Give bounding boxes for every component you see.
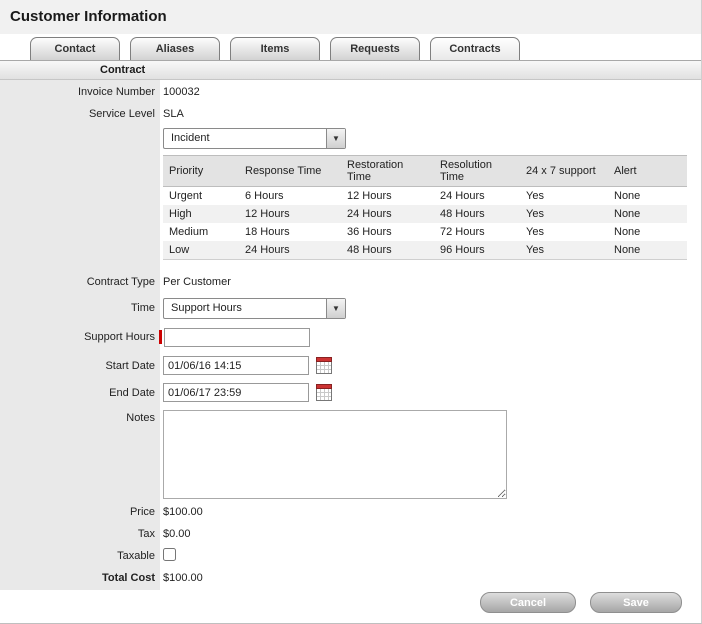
table-row: Medium 18 Hours 36 Hours 72 Hours Yes No… — [163, 223, 687, 241]
service-level-value: SLA — [163, 108, 184, 120]
dropdown-arrow-icon: ▼ — [326, 129, 345, 148]
section-title: Contract — [100, 64, 145, 76]
tab-items[interactable]: Items — [230, 37, 320, 60]
table-cell: Low — [163, 241, 239, 260]
calendar-icon-grid — [316, 389, 332, 401]
total-cost-value: $100.00 — [163, 572, 203, 584]
table-cell: 48 Hours — [434, 205, 520, 223]
table-cell: None — [608, 205, 687, 223]
tab-aliases[interactable]: Aliases — [130, 37, 220, 60]
table-row: Urgent 6 Hours 12 Hours 24 Hours Yes Non… — [163, 187, 687, 206]
table-row: High 12 Hours 24 Hours 48 Hours Yes None — [163, 205, 687, 223]
invoice-number-label: Invoice Number — [0, 86, 155, 98]
calendar-icon-grid — [316, 362, 332, 374]
contract-type-value: Per Customer — [163, 276, 231, 288]
calendar-icon[interactable] — [316, 357, 332, 374]
sla-priority-table: Priority Response Time Restoration Time … — [163, 155, 687, 260]
table-cell: Yes — [520, 187, 608, 206]
table-header-row: Priority Response Time Restoration Time … — [163, 156, 687, 187]
process-select[interactable]: Incident ▼ — [163, 128, 346, 149]
time-select[interactable]: Support Hours ▼ — [163, 298, 346, 319]
table-cell: Yes — [520, 223, 608, 241]
table-cell: 12 Hours — [239, 205, 341, 223]
table-cell: High — [163, 205, 239, 223]
dropdown-arrow-icon: ▼ — [326, 299, 345, 318]
notes-label: Notes — [0, 412, 155, 424]
tax-value: $0.00 — [163, 528, 191, 540]
table-cell: None — [608, 187, 687, 206]
table-cell: 36 Hours — [341, 223, 434, 241]
table-cell: 6 Hours — [239, 187, 341, 206]
start-date-input[interactable] — [163, 356, 309, 375]
taxable-checkbox[interactable] — [163, 548, 176, 561]
table-cell: Urgent — [163, 187, 239, 206]
table-cell: None — [608, 241, 687, 260]
price-label: Price — [0, 506, 155, 518]
tab-requests[interactable]: Requests — [330, 37, 420, 60]
table-header-cell: Resolution Time — [434, 156, 520, 187]
table-cell: Medium — [163, 223, 239, 241]
table-cell: Yes — [520, 205, 608, 223]
time-label: Time — [0, 302, 155, 314]
total-cost-label: Total Cost — [0, 572, 155, 584]
end-date-input[interactable] — [163, 383, 309, 402]
table-cell: 72 Hours — [434, 223, 520, 241]
service-level-label: Service Level — [0, 108, 155, 120]
support-hours-input[interactable] — [164, 328, 310, 347]
save-button[interactable]: Save — [590, 592, 682, 613]
taxable-label: Taxable — [0, 550, 155, 562]
tab-contracts[interactable]: Contracts — [430, 37, 520, 60]
table-header-cell: Alert — [608, 156, 687, 187]
support-hours-label: Support Hours — [0, 331, 155, 343]
calendar-icon[interactable] — [316, 384, 332, 401]
process-select-value: Incident — [171, 132, 210, 144]
invoice-number-value: 100032 — [163, 86, 200, 98]
table-cell: 12 Hours — [341, 187, 434, 206]
cancel-button[interactable]: Cancel — [480, 592, 576, 613]
table-cell: None — [608, 223, 687, 241]
table-header-cell: Response Time — [239, 156, 341, 187]
notes-textarea[interactable] — [163, 410, 507, 499]
customer-information-page: Customer Information Contact Aliases Ite… — [0, 0, 702, 624]
table-cell: Yes — [520, 241, 608, 260]
table-cell: 96 Hours — [434, 241, 520, 260]
table-cell: 48 Hours — [341, 241, 434, 260]
page-title: Customer Information — [10, 8, 167, 25]
start-date-label: Start Date — [0, 360, 155, 372]
table-cell: 18 Hours — [239, 223, 341, 241]
contract-type-label: Contract Type — [0, 276, 155, 288]
table-header-cell: 24 x 7 support — [520, 156, 608, 187]
tab-contact[interactable]: Contact — [30, 37, 120, 60]
table-header-cell: Priority — [163, 156, 239, 187]
time-select-value: Support Hours — [171, 302, 242, 314]
table-row: Low 24 Hours 48 Hours 96 Hours Yes None — [163, 241, 687, 260]
table-cell: 24 Hours — [239, 241, 341, 260]
end-date-label: End Date — [0, 387, 155, 399]
table-cell: 24 Hours — [434, 187, 520, 206]
price-value: $100.00 — [163, 506, 203, 518]
required-marker — [159, 330, 162, 344]
tab-bar: Contact Aliases Items Requests Contracts — [30, 37, 520, 60]
contract-section-header: Contract — [0, 61, 702, 80]
tax-label: Tax — [0, 528, 155, 540]
table-header-cell: Restoration Time — [341, 156, 434, 187]
table-cell: 24 Hours — [341, 205, 434, 223]
